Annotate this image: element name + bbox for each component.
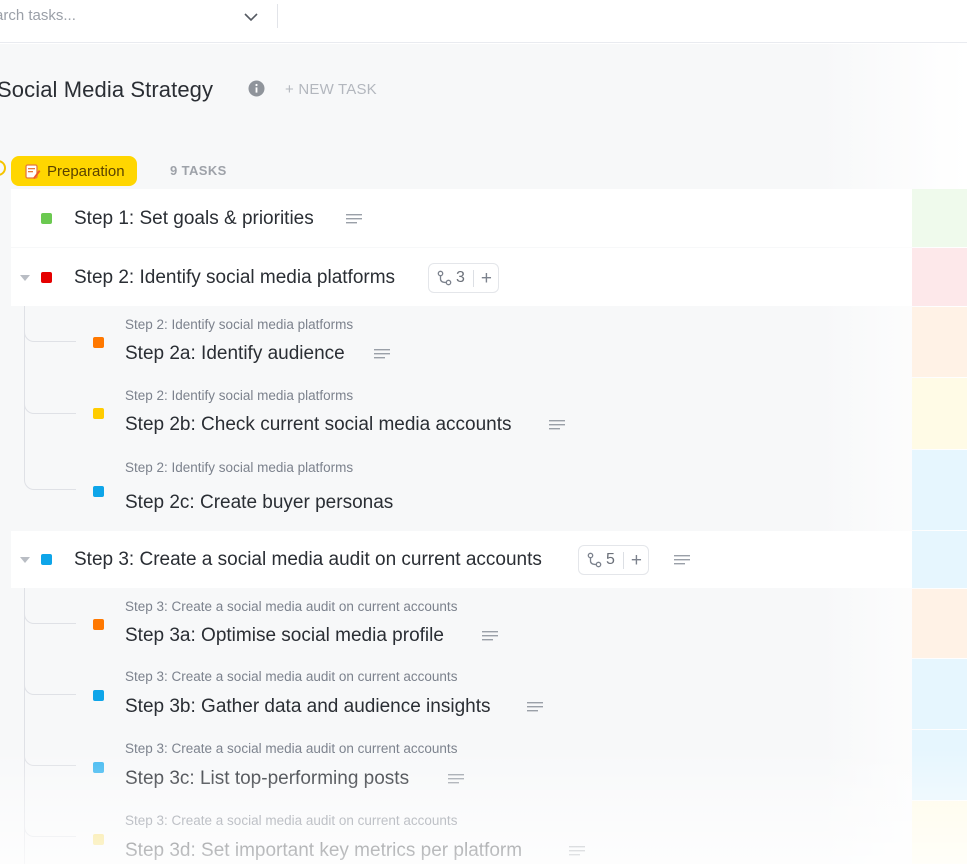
row-strip bbox=[912, 307, 967, 377]
group-name: Preparation bbox=[47, 162, 125, 180]
task-name[interactable]: Step 2: Identify social media platforms bbox=[74, 267, 395, 289]
task-status-square[interactable] bbox=[93, 762, 104, 773]
subtask-branch-icon bbox=[587, 552, 602, 568]
info-icon[interactable] bbox=[248, 80, 265, 97]
task-status-square[interactable] bbox=[93, 690, 104, 701]
group-task-count: 9 TASKS bbox=[170, 163, 227, 178]
task-status-square[interactable] bbox=[93, 337, 104, 348]
caret-down-icon[interactable] bbox=[20, 274, 30, 282]
subtask-row[interactable]: Step 3: Create a social media audit on c… bbox=[11, 730, 912, 800]
row-strip bbox=[912, 248, 967, 306]
task-name[interactable]: Step 3: Create a social media audit on c… bbox=[74, 549, 542, 571]
description-lines-icon bbox=[448, 774, 464, 784]
subtask-badge[interactable]: 3 + bbox=[428, 263, 500, 293]
subtask-row[interactable]: Step 3: Create a social media audit on c… bbox=[11, 801, 912, 864]
task-name[interactable]: Step 3d: Set important key metrics per p… bbox=[125, 840, 522, 862]
row-strip bbox=[912, 659, 967, 729]
row-strip bbox=[912, 589, 967, 658]
row-strip bbox=[912, 378, 967, 449]
row-strip bbox=[912, 801, 967, 864]
row-strip bbox=[912, 450, 967, 530]
group-collapse-toggle[interactable] bbox=[0, 160, 6, 176]
search-input[interactable]: arch tasks... bbox=[0, 7, 76, 24]
memo-icon bbox=[25, 163, 41, 179]
row-strip bbox=[912, 189, 967, 247]
subtask-row[interactable]: Step 2: Identify social media platforms … bbox=[11, 307, 912, 377]
subtask-count: 5 bbox=[606, 551, 615, 568]
subtask-row[interactable]: Step 2: Identify social media platforms … bbox=[11, 450, 912, 530]
parent-task-label: Step 2: Identify social media platforms bbox=[125, 317, 354, 332]
description-lines-icon bbox=[549, 420, 565, 430]
page: arch tasks... Social Media Strategy + NE… bbox=[0, 0, 967, 864]
task-status-square[interactable] bbox=[93, 486, 104, 497]
task-row[interactable]: Step 1: Set goals & priorities bbox=[11, 189, 912, 247]
description-lines-icon bbox=[482, 631, 498, 641]
parent-task-label: Step 3: Create a social media audit on c… bbox=[125, 741, 458, 756]
task-status-square[interactable] bbox=[93, 408, 104, 419]
task-row[interactable]: Step 3: Create a social media audit on c… bbox=[11, 531, 912, 588]
add-subtask-button[interactable]: + bbox=[631, 551, 642, 570]
subtask-row[interactable]: Step 2: Identify social media platforms … bbox=[11, 378, 912, 449]
task-name[interactable]: Step 2a: Identify audience bbox=[125, 343, 345, 365]
task-name[interactable]: Step 3c: List top-performing posts bbox=[125, 768, 409, 790]
parent-task-label: Step 2: Identify social media platforms bbox=[125, 460, 354, 475]
row-strip bbox=[912, 531, 967, 588]
description-lines-icon bbox=[569, 846, 585, 856]
task-name[interactable]: Step 2b: Check current social media acco… bbox=[125, 414, 512, 436]
badge-divider bbox=[622, 551, 624, 569]
task-name[interactable]: Step 1: Set goals & priorities bbox=[74, 208, 314, 230]
group-status-pill[interactable]: Preparation bbox=[11, 156, 137, 186]
subtask-row[interactable]: Step 3: Create a social media audit on c… bbox=[11, 659, 912, 729]
subtask-row[interactable]: Step 3: Create a social media audit on c… bbox=[11, 589, 912, 658]
new-task-button[interactable]: + NEW TASK bbox=[285, 81, 377, 98]
row-strip bbox=[912, 730, 967, 800]
task-status-square[interactable] bbox=[41, 213, 52, 224]
caret-down-icon[interactable] bbox=[20, 556, 30, 564]
task-name[interactable]: Step 3b: Gather data and audience insigh… bbox=[125, 696, 490, 718]
task-status-square[interactable] bbox=[93, 619, 104, 630]
badge-divider bbox=[472, 269, 474, 287]
task-status-square[interactable] bbox=[41, 272, 52, 283]
list-view: Social Media Strategy + NEW TASK Prepara… bbox=[0, 44, 967, 864]
list-title: Social Media Strategy bbox=[0, 77, 214, 102]
search-divider bbox=[277, 4, 278, 28]
description-lines-icon bbox=[674, 555, 690, 565]
description-lines-icon bbox=[527, 702, 543, 712]
task-name[interactable]: Step 3a: Optimise social media profile bbox=[125, 625, 444, 647]
task-status-square[interactable] bbox=[93, 834, 104, 845]
parent-task-label: Step 3: Create a social media audit on c… bbox=[125, 669, 458, 684]
add-subtask-button[interactable]: + bbox=[481, 269, 492, 288]
subtask-branch-icon bbox=[437, 270, 452, 286]
chevron-down-icon[interactable] bbox=[243, 9, 259, 25]
parent-task-label: Step 3: Create a social media audit on c… bbox=[125, 599, 458, 614]
search-bar: arch tasks... bbox=[0, 0, 967, 43]
task-status-square[interactable] bbox=[41, 554, 52, 565]
parent-task-label: Step 2: Identify social media platforms bbox=[125, 388, 354, 403]
subtask-count: 3 bbox=[456, 269, 465, 286]
task-name[interactable]: Step 2c: Create buyer personas bbox=[125, 492, 393, 514]
description-lines-icon bbox=[346, 214, 362, 224]
parent-task-label: Step 3: Create a social media audit on c… bbox=[125, 813, 458, 828]
subtask-badge[interactable]: 5 + bbox=[578, 545, 650, 575]
task-row[interactable]: Step 2: Identify social media platforms … bbox=[11, 248, 912, 306]
description-lines-icon bbox=[374, 349, 390, 359]
